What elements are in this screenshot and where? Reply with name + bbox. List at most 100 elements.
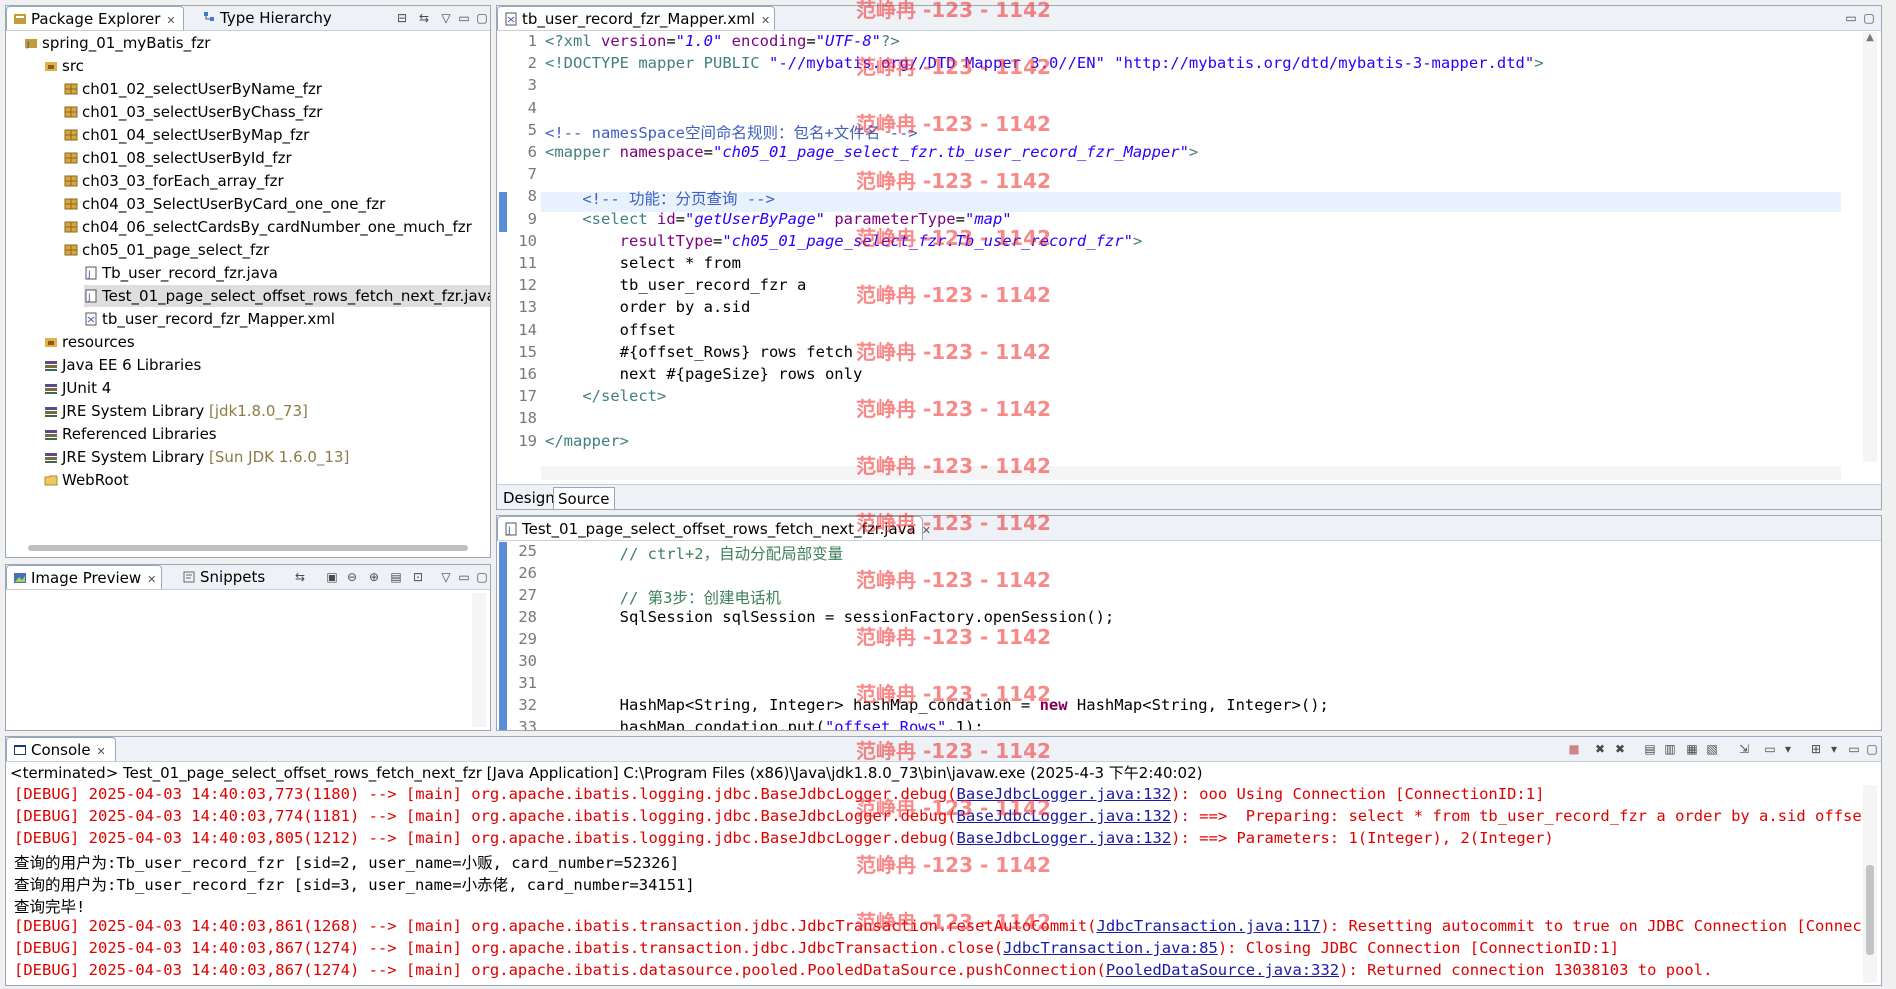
fit-image-icon[interactable]: ▣: [324, 569, 340, 585]
tab-type-hierarchy[interactable]: Type Hierarchy: [196, 6, 336, 30]
clear-console-icon[interactable]: ▤: [1642, 741, 1658, 757]
dropdown-icon[interactable]: ▾: [1826, 741, 1842, 757]
code-line[interactable]: </mapper>: [545, 432, 629, 450]
close-icon[interactable]: ✕: [761, 14, 770, 27]
vertical-scrollbar[interactable]: ▲: [1863, 32, 1877, 462]
maximize-icon[interactable]: ▢: [474, 10, 490, 26]
remove-launch-icon[interactable]: ✖: [1592, 741, 1608, 757]
scroll-lock-icon[interactable]: ▥: [1662, 741, 1678, 757]
design-source-tabs: Design Source: [497, 484, 1881, 509]
collapse-all-icon[interactable]: ⊟: [394, 10, 410, 26]
tab-xml-editor[interactable]: tb_user_record_fzr_Mapper.xml ✕: [497, 6, 775, 30]
tree-node[interactable]: ch05_01_page_select_fzr: [64, 239, 269, 261]
code-token: >: [1132, 231, 1143, 250]
code-token: "getUserByPage": [685, 209, 825, 228]
code-line[interactable]: offset: [545, 321, 676, 339]
open-console-icon[interactable]: ⊞: [1808, 741, 1824, 757]
tree-node[interactable]: Java EE 6 Libraries: [44, 354, 201, 376]
tree-node[interactable]: Referenced Libraries: [44, 423, 217, 445]
horizontal-scrollbar[interactable]: [28, 545, 468, 551]
console-link[interactable]: JdbcTransaction.java:117: [1097, 917, 1321, 935]
view-menu-icon[interactable]: ▽: [438, 10, 454, 26]
code-line[interactable]: hashMap_condation.put("offset_Rows",1);: [545, 718, 984, 731]
tree-node[interactable]: J Test_01_page_select_offset_rows_fetch_n…: [84, 285, 490, 307]
maximize-icon[interactable]: ▢: [1864, 741, 1880, 757]
vertical-scrollbar[interactable]: [472, 593, 486, 727]
link-editor-icon[interactable]: ⇆: [416, 10, 432, 26]
tree-node[interactable]: ch03_03_forEach_array_fzr: [64, 170, 284, 192]
code-line[interactable]: #{offset_Rows} rows fetch: [545, 343, 853, 361]
tree-node[interactable]: tb_user_record_fzr_Mapper.xml: [84, 308, 335, 330]
xml-source-code[interactable]: 1 <?xml version="1.0" encoding="UTF-8"?> 2…: [509, 32, 1839, 472]
console-link[interactable]: BaseJdbcLogger.java:132: [957, 829, 1172, 847]
zoom-in-icon[interactable]: ⊕: [366, 569, 382, 585]
minimize-icon[interactable]: ▭: [456, 569, 472, 585]
tree-node[interactable]: J Tb_user_record_fzr.java: [84, 262, 278, 284]
display-console-icon[interactable]: ▭: [1762, 741, 1778, 757]
actual-size-icon[interactable]: ▤: [388, 569, 404, 585]
close-icon[interactable]: ✕: [147, 573, 156, 586]
code-line[interactable]: order by a.sid: [545, 298, 751, 316]
tab-source[interactable]: Source: [553, 487, 615, 509]
minimize-icon[interactable]: ▭: [1846, 741, 1862, 757]
code-line[interactable]: tb_user_record_fzr a: [545, 276, 807, 294]
tab-image-preview[interactable]: Image Preview ✕: [6, 565, 162, 589]
tree-node[interactable]: JUnit 4: [44, 377, 111, 399]
sync-icon[interactable]: ⇆: [292, 569, 308, 585]
tree-node-label: WebRoot: [62, 471, 129, 489]
view-menu-icon[interactable]: ▽: [438, 569, 454, 585]
code-token: "1.0": [675, 32, 723, 50]
maximize-icon[interactable]: ▢: [1861, 10, 1877, 26]
tab-snippets[interactable]: Snippets: [176, 565, 276, 589]
scroll-thumb[interactable]: [1866, 865, 1874, 955]
code-line[interactable]: <!-- 功能：分页查询 -->: [545, 187, 775, 209]
console-link[interactable]: JdbcTransaction.java:85: [1003, 939, 1218, 957]
code-line[interactable]: <mapper namespace="ch05_01_page_select_f…: [545, 143, 1198, 161]
show-on-error-icon[interactable]: ▧: [1704, 741, 1720, 757]
tree-node[interactable]: ch04_03_SelectUserByCard_one_one_fzr: [64, 193, 385, 215]
console-link[interactable]: PooledDataSource.java:332: [1106, 961, 1339, 979]
tree-node[interactable]: ch01_02_selectUserByName_fzr: [64, 78, 322, 100]
code-line[interactable]: // ctrl+2，自动分配局部变量: [545, 542, 844, 564]
tree-node[interactable]: WebRoot: [44, 469, 129, 491]
close-icon[interactable]: ✕: [97, 745, 106, 758]
terminate-icon[interactable]: ■: [1566, 741, 1582, 757]
tree-node[interactable]: src: [44, 55, 84, 77]
java-source-code[interactable]: 25 // ctrl+2，自动分配局部变量 26 27 // 第3步：创建电话机 28…: [509, 542, 1839, 730]
code-line[interactable]: <?xml version="1.0" encoding="UTF-8"?>: [545, 32, 900, 50]
tree-node[interactable]: Jspring_01_myBatis_fzr: [24, 32, 210, 54]
tab-type-hierarchy-label: Type Hierarchy: [220, 9, 332, 27]
dropdown-icon[interactable]: ▾: [1780, 741, 1796, 757]
code-line[interactable]: next #{pageSize} rows only: [545, 365, 863, 383]
code-line[interactable]: resultType="ch05_01_page_select_fzr.Tb_u…: [545, 231, 1143, 250]
pin-console-icon[interactable]: ⇲: [1736, 741, 1752, 757]
tree-node-label: ch01_04_selectUserByMap_fzr: [82, 126, 310, 144]
horizontal-scrollbar[interactable]: [541, 466, 1841, 480]
minimize-icon[interactable]: ▭: [456, 10, 472, 26]
close-icon[interactable]: ✕: [166, 14, 175, 27]
code-token: hashMap_condation.put(: [545, 718, 825, 731]
tree-node[interactable]: ch01_03_selectUserByChass_fzr: [64, 101, 322, 123]
tree-node[interactable]: ch01_08_selectUserById_fzr: [64, 147, 292, 169]
code-line[interactable]: // 第3步：创建电话机: [545, 586, 781, 608]
tab-design[interactable]: Design: [499, 487, 559, 509]
tree-node[interactable]: resources: [44, 331, 135, 353]
zoom-out-icon[interactable]: ⊖: [344, 569, 360, 585]
minimize-icon[interactable]: ▭: [1843, 10, 1859, 26]
tab-package-explorer[interactable]: Package Explorer ✕: [6, 6, 184, 30]
maximize-icon[interactable]: ▢: [474, 569, 490, 585]
tree-node[interactable]: ch04_06_selectCardsBy_cardNumber_one_muc…: [64, 216, 472, 238]
scroll-up-icon[interactable]: ▲: [1863, 32, 1877, 43]
show-on-output-icon[interactable]: ▦: [1684, 741, 1700, 757]
remove-all-icon[interactable]: ✖: [1612, 741, 1628, 757]
tree-node-label: ch05_01_page_select_fzr: [82, 241, 270, 259]
code-line[interactable]: select * from: [545, 254, 741, 272]
tree-node[interactable]: ch01_04_selectUserByMap_fzr: [64, 124, 309, 146]
tree-node[interactable]: JRE System Library [Sun JDK 1.6.0_13]: [44, 446, 349, 468]
tree-node[interactable]: JRE System Library [jdk1.8.0_73]: [44, 400, 308, 422]
fit-window-icon[interactable]: ⊡: [410, 569, 426, 585]
code-line[interactable]: </select>: [545, 387, 666, 405]
vertical-scrollbar[interactable]: [1863, 785, 1877, 983]
tab-console[interactable]: Console ✕: [6, 737, 116, 761]
